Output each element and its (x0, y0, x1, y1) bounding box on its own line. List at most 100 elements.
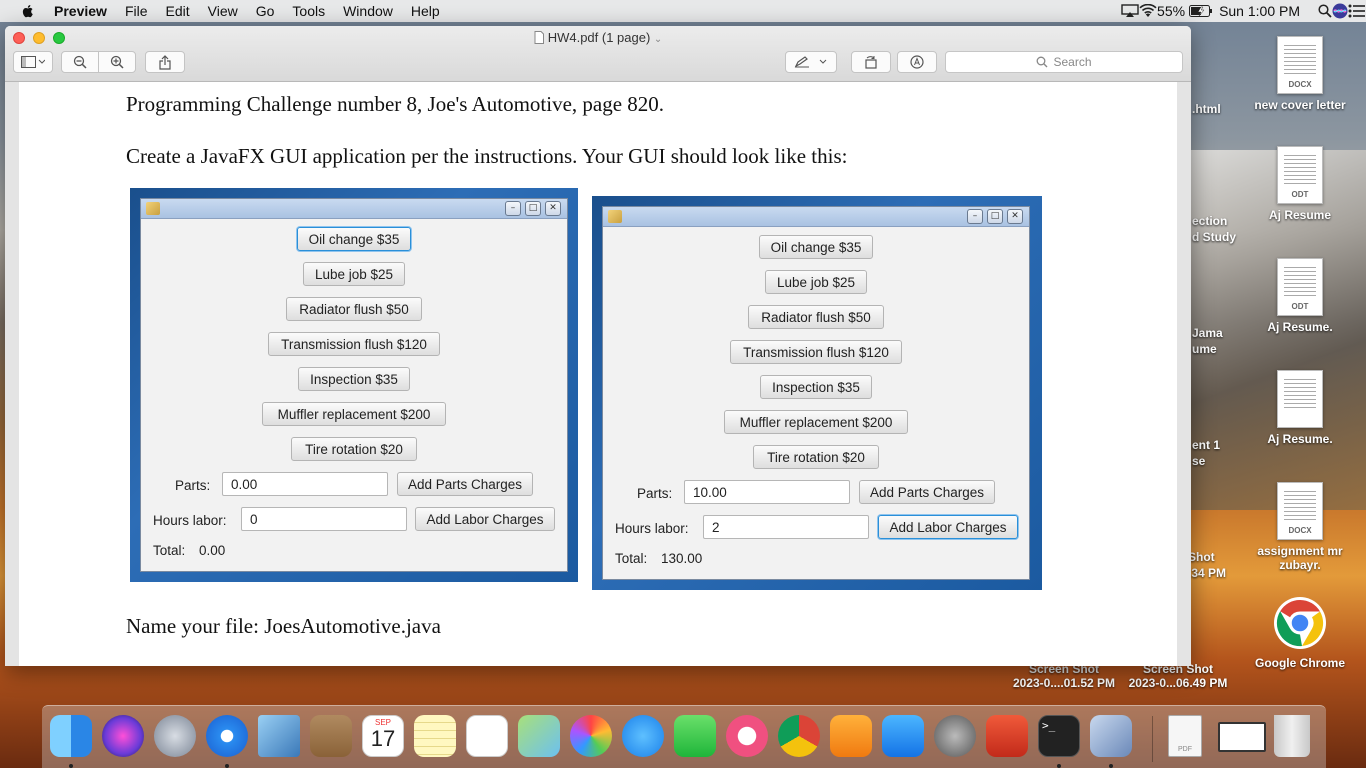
window-title-text: HW4.pdf (1 page) (547, 30, 651, 45)
running-indicator (1057, 764, 1061, 768)
hours-labor-input: 2 (703, 515, 869, 539)
desktop-icon-screenshot-2[interactable]: Screen Shot 2023-0...06.49 PM (1120, 662, 1236, 690)
gui-screenshot-right: – □ ✕ Oil change $35 Lube job $25 Radiat… (592, 196, 1042, 590)
add-parts-charges-button: Add Parts Charges (859, 480, 995, 504)
battery-percent[interactable]: 55% (1157, 3, 1185, 19)
menu-file[interactable]: File (125, 3, 148, 19)
total-label: Total: (153, 543, 186, 558)
desktop-icon-label: Aj Resume. (1267, 432, 1333, 446)
finder-icon[interactable] (50, 715, 92, 757)
mail-icon[interactable] (258, 715, 300, 757)
notes-icon[interactable] (414, 715, 456, 757)
oil-change-button: Oil change $35 (297, 227, 411, 251)
running-indicator (69, 764, 73, 768)
radiator-flush-button: Radiator flush $50 (286, 297, 422, 321)
total-label: Total: (615, 551, 648, 566)
facetime-icon[interactable] (674, 715, 716, 757)
zoom-out-icon (73, 55, 87, 69)
trash-icon[interactable] (1274, 715, 1310, 757)
siri-icon[interactable] (1332, 3, 1348, 19)
launchpad-icon[interactable] (154, 715, 196, 757)
dock: SEP 17 >_ PDF (42, 705, 1326, 768)
menu-go[interactable]: Go (256, 3, 275, 19)
preview-icon[interactable] (1090, 715, 1132, 757)
docx-file-icon: DOCX (1277, 36, 1323, 94)
radiator-flush-button: Radiator flush $50 (748, 305, 884, 329)
wifi-icon[interactable] (1139, 4, 1157, 18)
desktop-icon-label: Google Chrome (1254, 656, 1345, 670)
desktop-icon-screenshot-1[interactable]: Screen Shot 2023-0....01.52 PM (1006, 662, 1122, 690)
javafx-window-right: – □ ✕ Oil change $35 Lube job $25 Radiat… (602, 206, 1030, 580)
share-button[interactable] (145, 51, 185, 73)
messages-icon[interactable] (622, 715, 664, 757)
chrome-dock-icon[interactable] (778, 715, 820, 757)
desktop-icon-label: 2023-0...06.49 PM (1128, 676, 1228, 690)
desktop-icon-aj-resume-2[interactable]: ODT Aj Resume. (1250, 258, 1350, 334)
markup-toolbar-button[interactable] (897, 51, 937, 73)
lube-job-button: Lube job $25 (765, 270, 867, 294)
javafx-titlebar: – □ ✕ (141, 199, 567, 219)
hours-labor-input: 0 (241, 507, 407, 531)
airplay-icon[interactable] (1121, 4, 1139, 18)
menu-help[interactable]: Help (411, 3, 440, 19)
desktop-icon-label: assignment mr zubayr. (1257, 544, 1343, 572)
chrome-icon (1274, 597, 1326, 649)
remote-desktop-icon[interactable] (986, 715, 1028, 757)
maps-icon[interactable] (518, 715, 560, 757)
desktop-partial-label: Jama (1192, 326, 1223, 340)
inspection-button: Inspection $35 (298, 367, 410, 391)
menu-app-name[interactable]: Preview (54, 3, 107, 19)
calendar-icon[interactable]: SEP 17 (362, 715, 404, 757)
safari-icon[interactable] (206, 715, 248, 757)
dock-separator (1152, 716, 1153, 762)
app-store-icon[interactable] (882, 715, 924, 757)
fx-maximize-icon: □ (987, 209, 1003, 224)
photos-icon[interactable] (570, 715, 612, 757)
menu-edit[interactable]: Edit (166, 3, 190, 19)
desktop-icon-assignment[interactable]: DOCX assignment mr zubayr. (1250, 482, 1350, 572)
markup-pen-button[interactable] (785, 51, 837, 73)
desktop-partial-label: .html (1192, 102, 1221, 116)
desktop-icon-google-chrome[interactable]: Google Chrome (1250, 596, 1350, 670)
menu-tools[interactable]: Tools (292, 3, 325, 19)
menu-view[interactable]: View (208, 3, 238, 19)
pdf-document-icon[interactable]: PDF (1168, 715, 1202, 757)
siri-icon[interactable] (102, 715, 144, 757)
desktop-partial-label: ent 1 (1192, 438, 1221, 452)
odt-file-icon: ODT (1277, 146, 1323, 204)
parts-label: Parts: (175, 478, 211, 493)
desktop-icon-label: 2023-0....01.52 PM (1012, 676, 1116, 690)
zoom-in-button[interactable] (98, 51, 136, 73)
clock[interactable]: Sun 1:00 PM (1219, 3, 1300, 19)
sidebar-toggle-button[interactable] (13, 51, 53, 73)
contacts-icon[interactable] (310, 715, 352, 757)
ibooks-icon[interactable] (830, 715, 872, 757)
desktop-icon-label: Aj Resume (1268, 208, 1332, 222)
notification-center-icon[interactable] (1348, 4, 1366, 18)
java-app-icon (608, 210, 622, 223)
chevron-down-icon[interactable]: ⌄ (654, 34, 662, 45)
apple-icon[interactable] (20, 3, 36, 19)
system-preferences-icon[interactable] (934, 715, 976, 757)
zoom-out-button[interactable] (61, 51, 99, 73)
minimized-window-icon[interactable] (1218, 722, 1266, 752)
search-icon (1037, 56, 1048, 68)
itunes-icon[interactable] (726, 715, 768, 757)
spotlight-icon[interactable] (1318, 4, 1332, 18)
desktop-partial-label: Shot (1188, 550, 1215, 564)
menu-window[interactable]: Window (343, 3, 393, 19)
javafx-window-left: – □ ✕ Oil change $35 Lube job $25 Radiat… (140, 198, 568, 572)
pen-icon (794, 56, 827, 68)
desktop-icon-aj-resume-3[interactable]: Aj Resume. (1250, 370, 1350, 446)
hours-labor-label: Hours labor: (153, 513, 227, 528)
rotate-button[interactable] (851, 51, 891, 73)
search-input[interactable]: Search (945, 51, 1183, 73)
terminal-icon[interactable]: >_ (1038, 715, 1080, 757)
battery-icon[interactable] (1189, 5, 1213, 17)
parts-input: 0.00 (222, 472, 388, 496)
transmission-flush-button: Transmission flush $120 (730, 340, 902, 364)
reminders-icon[interactable] (466, 715, 508, 757)
document-gutter-right (1177, 82, 1191, 666)
desktop-icon-new-cover-letter[interactable]: DOCX new cover letter (1250, 36, 1350, 112)
desktop-icon-aj-resume[interactable]: ODT Aj Resume (1250, 146, 1350, 222)
